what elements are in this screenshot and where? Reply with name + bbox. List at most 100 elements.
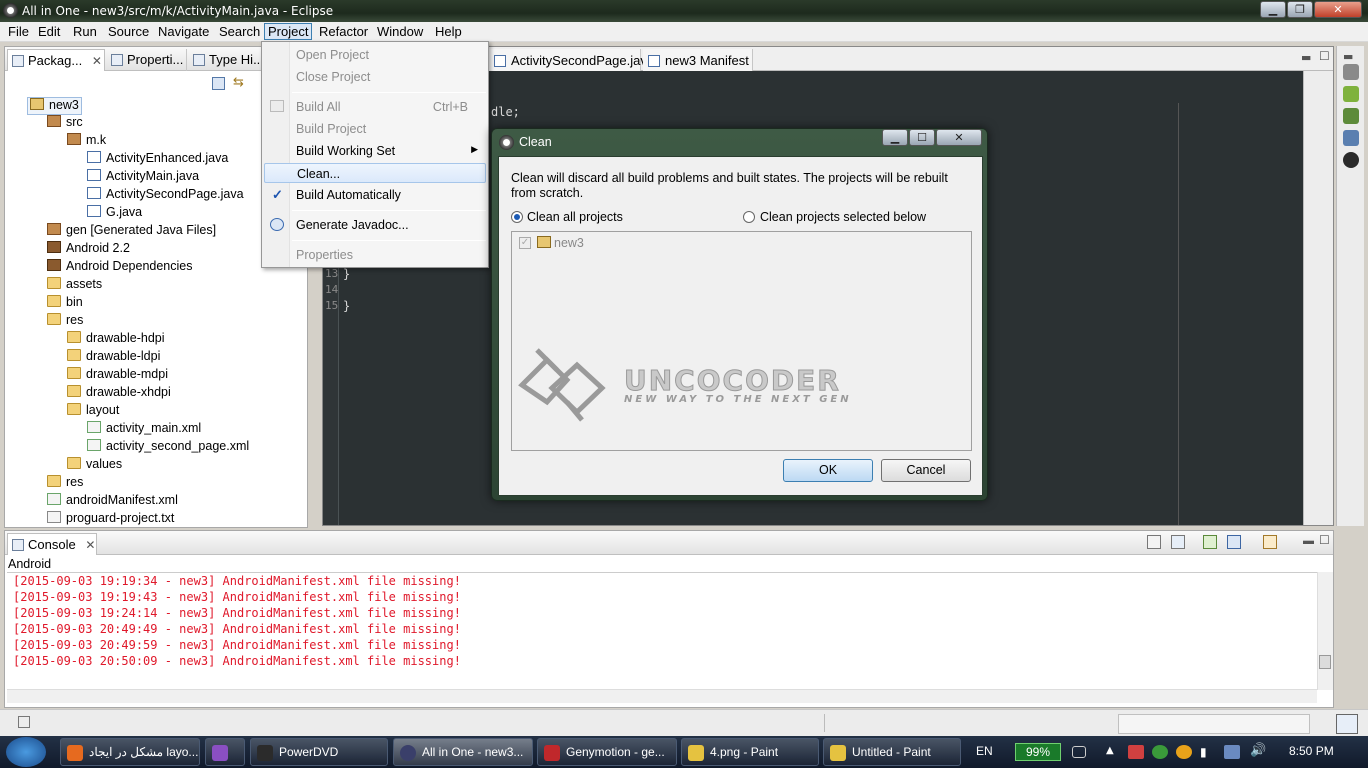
tree-item[interactable]: assets bbox=[47, 277, 102, 295]
menu-item-build-automatically[interactable]: ✓ Build Automatically bbox=[264, 185, 486, 205]
maximize-button[interactable]: ❐ bbox=[1287, 1, 1313, 18]
clock[interactable]: 8:50 PM bbox=[1289, 744, 1334, 758]
fast-view-icon[interactable] bbox=[18, 716, 30, 728]
volume-icon[interactable]: 🔊 bbox=[1250, 743, 1266, 758]
android-sdk-icon[interactable] bbox=[1343, 108, 1359, 124]
console-horizontal-scrollbar[interactable] bbox=[7, 689, 1317, 703]
tree-item[interactable]: Android Dependencies bbox=[47, 259, 192, 277]
tree-item[interactable]: Android 2.2 bbox=[47, 241, 130, 259]
tree-item[interactable]: drawable-hdpi bbox=[67, 331, 165, 349]
minimize-button[interactable]: ▁ bbox=[1260, 1, 1286, 18]
network-icon[interactable] bbox=[1224, 745, 1240, 759]
tree-item[interactable]: drawable-xhdpi bbox=[67, 385, 171, 403]
battery-indicator[interactable]: 99% bbox=[1015, 743, 1061, 761]
menu-item-build-all[interactable]: Build All Ctrl+B bbox=[264, 97, 486, 117]
dialog-maximize-button[interactable]: ☐ bbox=[909, 129, 935, 146]
close-button[interactable]: ✕ bbox=[1314, 1, 1362, 18]
menu-item-close-project[interactable]: Close Project bbox=[264, 67, 486, 87]
link-with-editor-icon[interactable]: ⇆ bbox=[233, 76, 248, 90]
close-icon[interactable]: ✕ bbox=[85, 538, 95, 552]
tree-item[interactable]: m.k bbox=[67, 133, 106, 151]
language-indicator[interactable]: EN bbox=[976, 744, 993, 758]
menu-project[interactable]: Project bbox=[264, 23, 313, 40]
console-output[interactable]: [2015-09-03 19:19:34 - new3] AndroidMani… bbox=[7, 572, 1317, 688]
signal-icon[interactable]: ▮ bbox=[1200, 745, 1207, 759]
tree-item[interactable]: ActivityMain.java bbox=[87, 169, 199, 187]
menu-item-build-working-set[interactable]: Build Working Set ▶ bbox=[264, 141, 486, 161]
pin-console-icon[interactable] bbox=[1203, 535, 1217, 549]
menu-file[interactable]: File bbox=[5, 24, 32, 41]
project-checkbox[interactable]: ✓ bbox=[519, 237, 531, 249]
display-console-icon[interactable] bbox=[1227, 535, 1241, 549]
minimize-view-icon[interactable]: ▬ bbox=[1343, 50, 1353, 63]
close-icon[interactable]: ✕ bbox=[92, 54, 102, 68]
task-firefox[interactable]: مشکل در ایجاد layo... bbox=[60, 738, 200, 766]
tab-type-hierarchy[interactable]: Type Hi... bbox=[189, 49, 269, 71]
radio-clean-all[interactable] bbox=[511, 211, 523, 223]
task-genymotion[interactable]: Genymotion - ge... bbox=[537, 738, 677, 766]
tab-properties[interactable]: Properti... bbox=[107, 49, 187, 71]
tab-console[interactable]: Console ✕ bbox=[7, 533, 97, 555]
device-icon[interactable] bbox=[1343, 64, 1359, 80]
maximize-view-icon[interactable]: ☐ bbox=[1319, 533, 1330, 547]
console-vertical-scrollbar[interactable] bbox=[1317, 572, 1333, 690]
tree-item[interactable]: gen [Generated Java Files] bbox=[47, 223, 216, 241]
menu-edit[interactable]: Edit bbox=[35, 24, 63, 41]
tree-item[interactable]: proguard-project.txt bbox=[47, 511, 174, 529]
task-eclipse[interactable]: All in One - new3... bbox=[393, 738, 533, 766]
radio-clean-selected-label[interactable]: Clean projects selected below bbox=[760, 210, 926, 224]
menu-refactor[interactable]: Refactor bbox=[316, 24, 371, 41]
radio-clean-selected[interactable] bbox=[743, 211, 755, 223]
menu-item-generate-javadoc[interactable]: Generate Javadoc... bbox=[264, 215, 486, 235]
tree-item[interactable]: values bbox=[67, 457, 122, 475]
menu-item-clean[interactable]: Clean... bbox=[264, 163, 486, 183]
menu-item-open-project[interactable]: Open Project bbox=[264, 45, 486, 65]
task-powerdvd[interactable]: PowerDVD bbox=[250, 738, 388, 766]
tree-item[interactable]: G.java bbox=[87, 205, 142, 223]
menu-help[interactable]: Help bbox=[432, 24, 465, 41]
ddms-icon[interactable] bbox=[1343, 152, 1359, 168]
cancel-button[interactable]: Cancel bbox=[881, 459, 971, 482]
menu-item-build-project[interactable]: Build Project bbox=[264, 119, 486, 139]
clear-console-icon[interactable] bbox=[1147, 535, 1161, 549]
maximize-view-icon[interactable]: ☐ bbox=[1319, 49, 1330, 63]
task-paint-untitled[interactable]: Untitled - Paint bbox=[823, 738, 961, 766]
tree-item[interactable]: activity_second_page.xml bbox=[87, 439, 249, 457]
tree-item[interactable]: drawable-mdpi bbox=[67, 367, 168, 385]
tree-item[interactable]: res bbox=[47, 313, 83, 331]
tab-package-explorer[interactable]: Packag... ✕ bbox=[7, 49, 105, 71]
task-paint-4png[interactable]: 4.png - Paint bbox=[681, 738, 819, 766]
tray-app-icon[interactable] bbox=[1128, 745, 1144, 759]
android-toolbar[interactable] bbox=[1118, 714, 1310, 734]
minimize-view-icon[interactable]: ▬ bbox=[1303, 535, 1314, 547]
tree-item[interactable]: androidManifest.xml bbox=[47, 493, 178, 511]
start-button[interactable] bbox=[6, 737, 46, 767]
menu-run[interactable]: Run bbox=[70, 24, 100, 41]
battery-icon[interactable] bbox=[1072, 746, 1086, 758]
tab-manifest[interactable]: new3 Manifest bbox=[643, 49, 753, 71]
perspective-button[interactable] bbox=[1336, 714, 1358, 734]
tree-item[interactable]: ActivitySecondPage.java bbox=[87, 187, 244, 205]
tree-item[interactable]: layout bbox=[67, 403, 119, 421]
ok-button[interactable]: OK bbox=[783, 459, 873, 482]
dialog-minimize-button[interactable]: ▁ bbox=[882, 129, 908, 146]
tree-item[interactable]: ActivityEnhanced.java bbox=[87, 151, 228, 169]
android-icon[interactable] bbox=[1343, 86, 1359, 102]
menu-search[interactable]: Search bbox=[216, 24, 263, 41]
task-visual-studio[interactable] bbox=[205, 738, 245, 766]
tray-app-icon[interactable] bbox=[1152, 745, 1168, 759]
minimize-view-icon[interactable]: ▬ bbox=[1301, 51, 1311, 64]
open-console-icon[interactable] bbox=[1263, 535, 1277, 549]
tree-item[interactable]: src bbox=[47, 115, 83, 133]
menu-source[interactable]: Source bbox=[105, 24, 152, 41]
menu-item-properties[interactable]: Properties bbox=[264, 245, 486, 265]
tree-item[interactable]: bin bbox=[47, 295, 83, 313]
tab-activity-second-page[interactable]: ActivitySecondPage.java bbox=[489, 49, 654, 71]
overview-ruler[interactable] bbox=[1303, 71, 1333, 525]
tree-item[interactable]: res bbox=[47, 475, 83, 493]
collapse-all-icon[interactable] bbox=[212, 77, 225, 90]
menu-window[interactable]: Window bbox=[374, 24, 426, 41]
hierarchy-icon[interactable] bbox=[1343, 130, 1359, 146]
tree-item[interactable]: activity_main.xml bbox=[87, 421, 201, 439]
radio-clean-all-label[interactable]: Clean all projects bbox=[527, 210, 623, 224]
